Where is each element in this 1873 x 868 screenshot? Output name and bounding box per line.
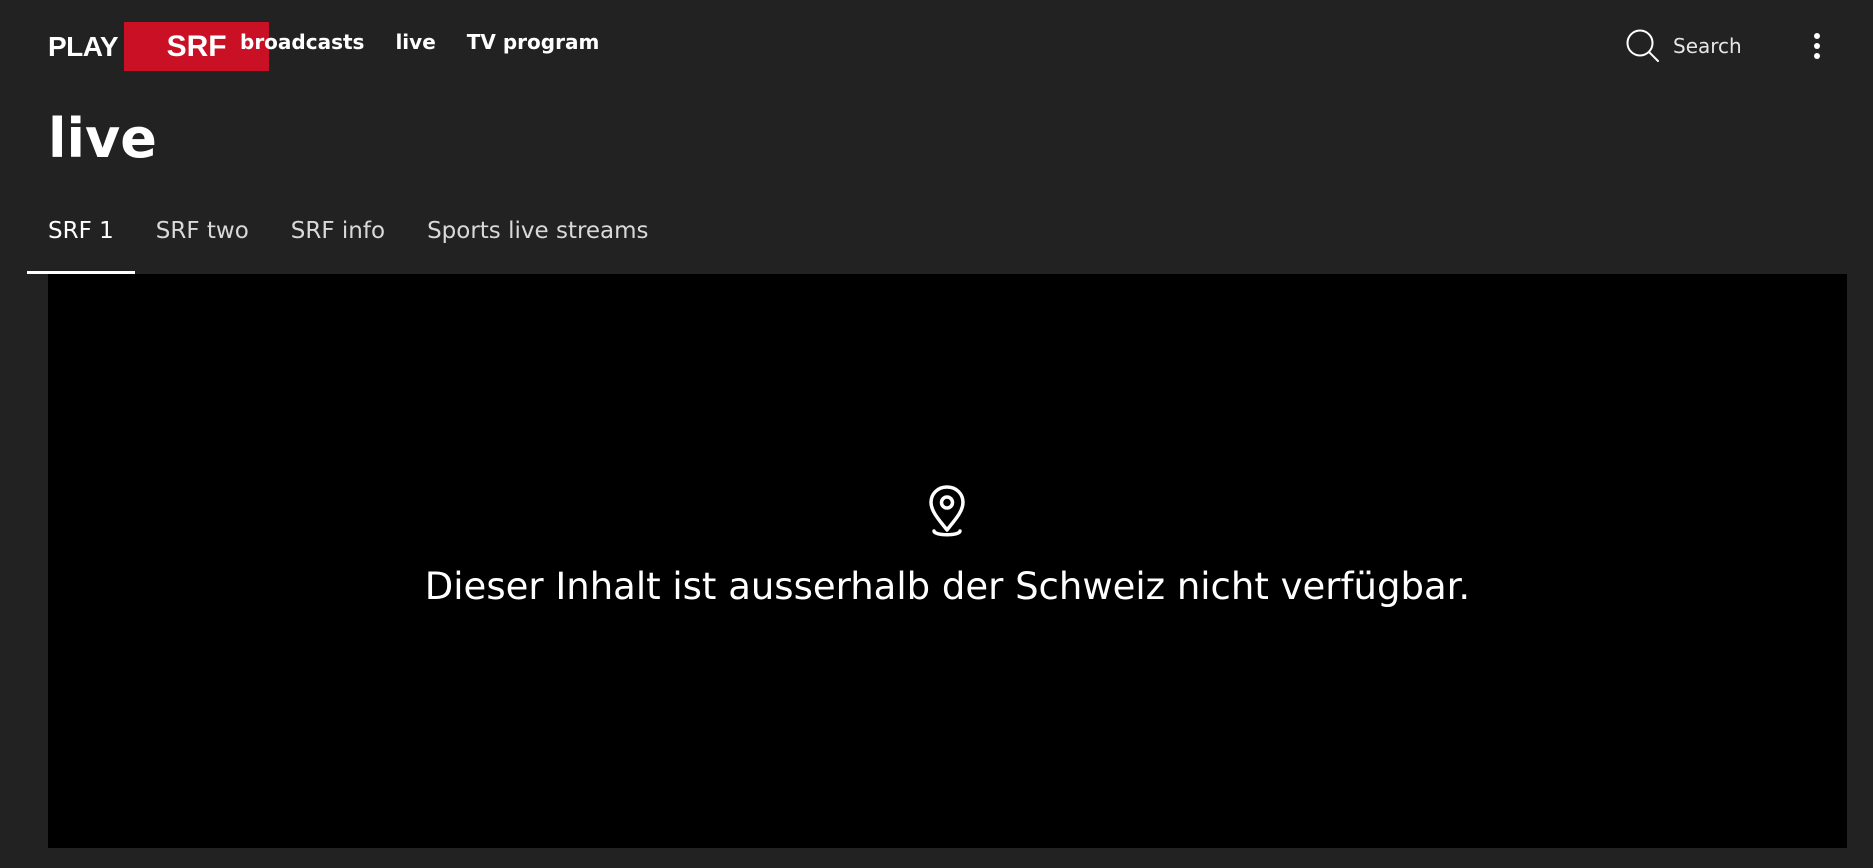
nav-live[interactable]: live	[395, 30, 435, 54]
more-vertical-icon	[1814, 33, 1820, 39]
location-pin-icon	[929, 485, 965, 537]
tab-srf-info[interactable]: SRF info	[270, 212, 406, 274]
channel-tabs: SRF 1 SRF two SRF info Sports live strea…	[27, 212, 670, 274]
search-button[interactable]: Search	[1625, 28, 1742, 64]
logo-play-text: PLAY	[48, 30, 119, 62]
play-srf-logo[interactable]: PLAY SRF	[48, 22, 270, 71]
search-icon	[1626, 29, 1659, 62]
nav-tv-program[interactable]: TV program	[467, 30, 600, 54]
tab-sports-live-streams[interactable]: Sports live streams	[406, 212, 669, 274]
page-title: live	[48, 107, 157, 170]
video-player[interactable]	[48, 274, 1847, 848]
top-bar: PLAY SRF broadcasts live TV program Sear…	[0, 0, 1873, 92]
main-navigation: broadcasts live TV program	[240, 30, 599, 54]
tab-srf-1[interactable]: SRF 1	[27, 212, 135, 274]
more-vertical-icon-dot	[1814, 53, 1820, 59]
search-label: Search	[1673, 34, 1742, 58]
tab-srf-two[interactable]: SRF two	[135, 212, 270, 274]
nav-broadcasts[interactable]: broadcasts	[240, 30, 364, 54]
geo-block-message: Dieser Inhalt ist ausserhalb der Schweiz…	[424, 565, 1471, 608]
more-vertical-icon-dot	[1814, 43, 1820, 49]
more-menu-button[interactable]	[1805, 30, 1829, 62]
